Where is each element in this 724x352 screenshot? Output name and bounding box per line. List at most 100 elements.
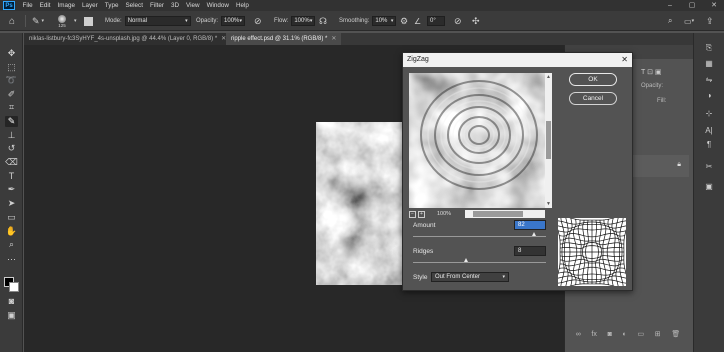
brush-tool-icon[interactable]: ✎ bbox=[5, 116, 18, 127]
clone-stamp-icon[interactable]: ⊥ bbox=[5, 130, 18, 141]
menu-file[interactable]: File bbox=[19, 2, 36, 9]
home-icon[interactable]: ⌂ bbox=[9, 11, 15, 31]
history-brush-icon[interactable]: ↺ bbox=[5, 143, 18, 154]
menu-help[interactable]: Help bbox=[232, 2, 252, 9]
history-icon[interactable]: ⎘ bbox=[702, 42, 716, 54]
type-tool-icon[interactable]: T bbox=[5, 171, 18, 182]
screen-mode-icon[interactable]: ▣ bbox=[5, 310, 18, 321]
zoom-tool-icon[interactable]: ⌕ bbox=[5, 239, 18, 250]
pressure-opacity-icon[interactable]: ⊘ bbox=[254, 11, 262, 31]
path-selection-icon[interactable]: ➤ bbox=[5, 198, 18, 209]
menu-view[interactable]: View bbox=[183, 2, 204, 9]
hand-tool-icon[interactable]: ✋ bbox=[5, 226, 18, 237]
character-panel-icon[interactable]: A| bbox=[702, 125, 716, 137]
brush-size-picker[interactable]: 125 bbox=[58, 11, 66, 31]
quick-mask-icon[interactable]: ◙ bbox=[5, 296, 18, 307]
airbrush-icon[interactable]: ☊ bbox=[319, 11, 327, 31]
ok-button[interactable]: OK bbox=[569, 73, 617, 86]
amount-slider-knob[interactable] bbox=[531, 232, 536, 236]
close-icon[interactable]: ✕ bbox=[621, 53, 628, 67]
crop-tool-icon[interactable]: ⌗ bbox=[5, 102, 18, 113]
photoshop-logo-icon[interactable]: Ps bbox=[3, 1, 15, 10]
adjustments-icon[interactable]: ◑ bbox=[702, 90, 716, 102]
cancel-button[interactable]: Cancel bbox=[569, 92, 617, 105]
menu-image[interactable]: Image bbox=[54, 2, 79, 9]
move-tool-icon[interactable]: ✥ bbox=[5, 48, 18, 59]
menu-edit[interactable]: Edit bbox=[36, 2, 54, 9]
tab-ripple-effect[interactable]: ripple effect.psd @ 31.1% (RGB/8) * ✕ bbox=[226, 33, 342, 45]
add-mask-icon[interactable]: ◙ bbox=[608, 331, 612, 338]
symmetry-icon[interactable]: ✣ bbox=[472, 11, 480, 31]
zoom-out-icon[interactable]: − bbox=[409, 210, 416, 218]
properties-icon[interactable]: ⇋ bbox=[702, 74, 716, 86]
zoom-in-icon[interactable]: + bbox=[418, 210, 425, 218]
menu-window[interactable]: Window bbox=[203, 2, 232, 9]
opacity-control: Opacity: 100% ▾ bbox=[196, 11, 246, 31]
swatches-icon[interactable]: ▦ bbox=[702, 58, 716, 70]
link-layers-icon[interactable]: ∞ bbox=[576, 331, 581, 338]
scroll-thumb[interactable] bbox=[473, 211, 523, 217]
flow-control: Flow: 100% ▾ bbox=[274, 11, 316, 31]
filter-preview[interactable] bbox=[409, 73, 545, 208]
ridges-input[interactable]: 8 bbox=[514, 246, 546, 256]
maximize-icon[interactable]: ▢ bbox=[684, 0, 700, 11]
layer-style-icon[interactable]: fx bbox=[591, 331, 596, 338]
dialog-title-bar[interactable]: ZigZag ✕ bbox=[403, 53, 632, 67]
adjustment-layer-icon[interactable]: ◐ bbox=[623, 331, 627, 338]
amount-input[interactable]: 82 bbox=[514, 220, 546, 230]
tools-options-icon[interactable]: ✂ bbox=[702, 161, 716, 173]
smoothing-input[interactable]: 10% ▾ bbox=[372, 16, 397, 26]
scroll-down-icon[interactable]: ▼ bbox=[545, 201, 552, 207]
menu-select[interactable]: Select bbox=[122, 2, 147, 9]
new-group-icon[interactable]: ▭ bbox=[637, 330, 644, 338]
angle-input[interactable]: 0° bbox=[427, 16, 445, 26]
delete-layer-icon[interactable]: 🗑︎ bbox=[671, 330, 680, 338]
menu-layer[interactable]: Layer bbox=[79, 2, 102, 9]
libraries-icon[interactable]: ▣ bbox=[702, 181, 716, 193]
rectangle-tool-icon[interactable]: ▭ bbox=[5, 212, 18, 223]
brush-preset-icon[interactable]: ✎ ▾ bbox=[32, 11, 44, 31]
mode-select[interactable]: Normal ▾ bbox=[124, 16, 191, 26]
mode-control: Mode: Normal ▾ bbox=[105, 11, 191, 31]
preview-horizontal-scrollbar[interactable] bbox=[465, 210, 545, 218]
tab-unsplash-document[interactable]: niklas-listbury-fc3SyHYF_4s-unsplash.jpg… bbox=[24, 33, 232, 45]
close-window-icon[interactable]: ✕ bbox=[706, 0, 722, 11]
lasso-tool-icon[interactable]: ➰ bbox=[5, 75, 18, 86]
menu-type[interactable]: Type bbox=[101, 2, 122, 9]
new-layer-icon[interactable]: ⊞ bbox=[655, 330, 661, 338]
smoothing-value: 10% bbox=[375, 18, 388, 24]
more-tools-icon[interactable]: ⋯ bbox=[5, 254, 18, 265]
close-tab-icon[interactable]: ✕ bbox=[331, 36, 336, 42]
brush-settings-icon[interactable] bbox=[84, 11, 93, 31]
brush-settings-panel-icon[interactable]: ⊹ bbox=[702, 108, 716, 120]
scroll-thumb[interactable] bbox=[546, 121, 551, 159]
menu-filter[interactable]: Filter bbox=[146, 2, 167, 9]
amount-slider-track[interactable] bbox=[413, 236, 546, 237]
layer-filter-icons[interactable]: T ⊡ ▣ bbox=[641, 68, 662, 76]
paragraph-panel-icon[interactable]: ¶ bbox=[702, 139, 716, 151]
minimize-icon[interactable]: – bbox=[662, 0, 678, 11]
menu-3d[interactable]: 3D bbox=[167, 2, 182, 9]
background-color-swatch[interactable] bbox=[9, 282, 19, 292]
tab-label: niklas-listbury-fc3SyHYF_4s-unsplash.jpg… bbox=[29, 36, 218, 42]
quick-select-tool-icon[interactable]: ✐ bbox=[5, 89, 18, 100]
share-icon[interactable]: ⇪ bbox=[706, 11, 714, 31]
smoothing-settings-gear-icon[interactable]: ⚙ bbox=[400, 11, 408, 31]
brush-size-chevron-icon[interactable]: ▾ bbox=[74, 11, 77, 31]
ridges-slider-knob[interactable] bbox=[463, 258, 468, 262]
scroll-up-icon[interactable]: ▲ bbox=[545, 74, 552, 80]
pressure-size-icon[interactable]: ⊘ bbox=[454, 11, 462, 31]
style-select[interactable]: Out From Center ▾ bbox=[431, 272, 509, 282]
eraser-tool-icon[interactable]: ⌫ bbox=[5, 157, 18, 168]
opacity-input[interactable]: 100% ▾ bbox=[221, 16, 246, 26]
tab-label: ripple effect.psd @ 31.1% (RGB/8) * bbox=[231, 36, 328, 42]
flow-input[interactable]: 100% ▾ bbox=[291, 16, 316, 26]
ridges-slider-track[interactable] bbox=[413, 262, 546, 263]
document-canvas[interactable] bbox=[316, 122, 402, 285]
preview-vertical-scrollbar[interactable]: ▲ ▼ bbox=[545, 73, 552, 208]
marquee-tool-icon[interactable]: ⬚ bbox=[5, 62, 18, 73]
workspace-icon[interactable]: ▭ ▾ bbox=[684, 11, 694, 31]
pen-tool-icon[interactable]: ✒ bbox=[5, 184, 18, 195]
search-icon[interactable]: ⌕ bbox=[668, 11, 672, 31]
layers-panel-actions: ∞ fx ◙ ◐ ▭ ⊞ 🗑︎ bbox=[565, 328, 691, 340]
